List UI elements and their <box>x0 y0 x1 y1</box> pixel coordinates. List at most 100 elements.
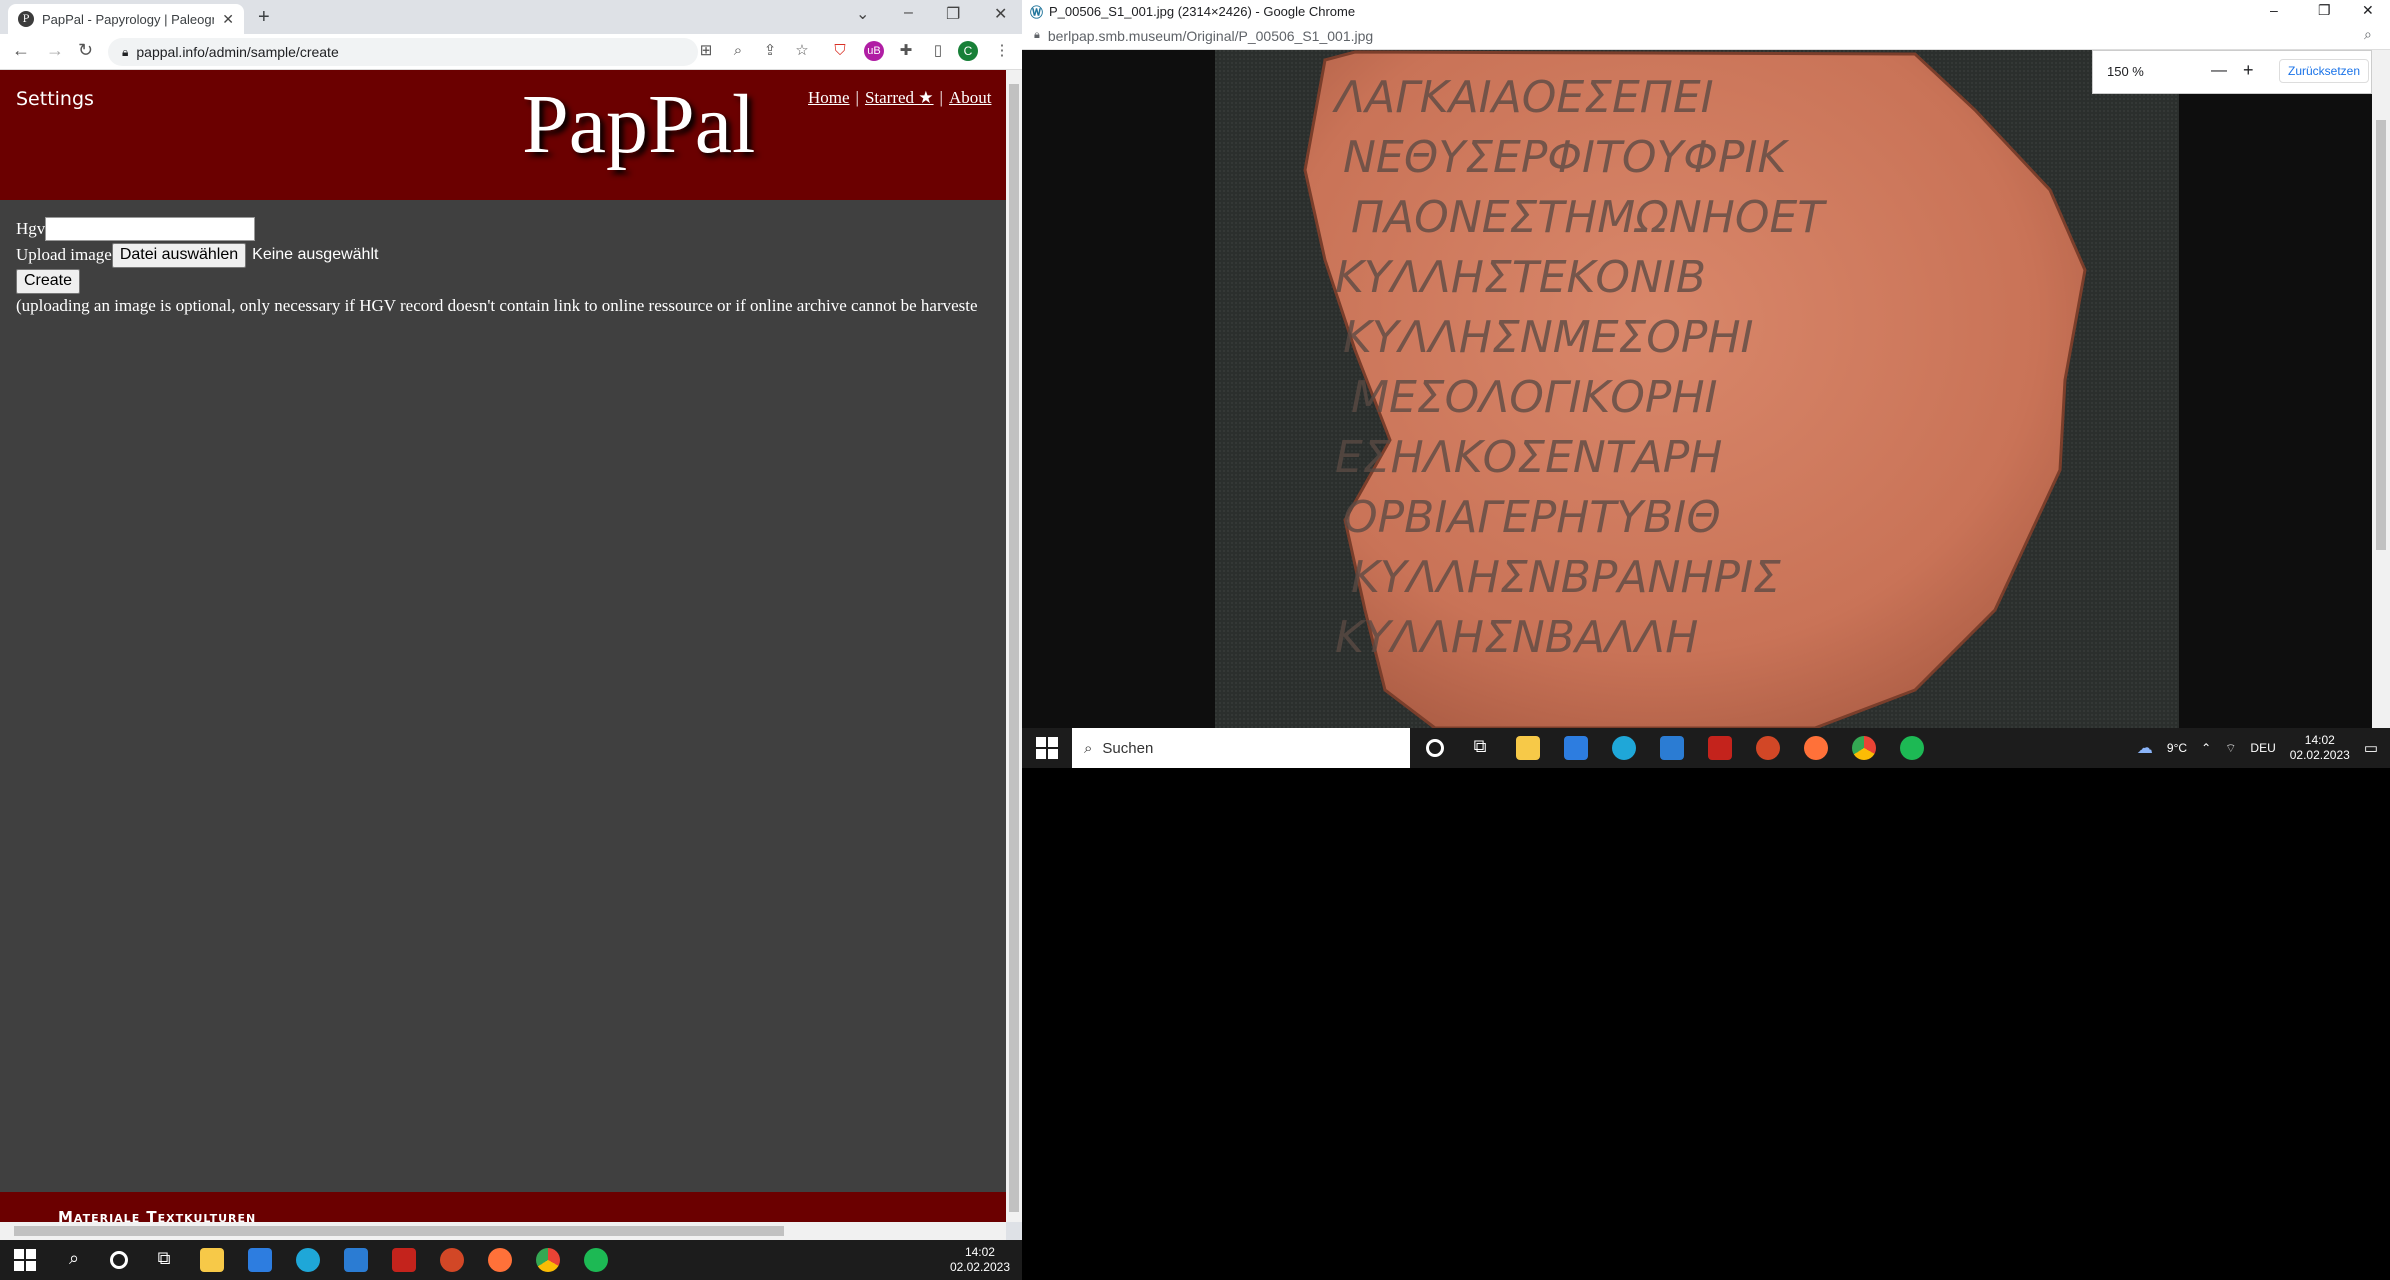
spotify-icon[interactable] <box>1900 736 1924 760</box>
scrollbar-thumb[interactable] <box>2376 120 2386 550</box>
new-tab-button[interactable]: + <box>258 6 270 29</box>
chrome-icon[interactable] <box>1852 736 1876 760</box>
lang-indicator[interactable]: DEU <box>2250 741 2275 755</box>
system-tray: 14:02 02.02.2023 <box>950 1245 1022 1275</box>
restore-button[interactable]: ❐ <box>2318 2 2331 19</box>
chevron-up-icon[interactable]: ⌃ <box>2201 741 2211 755</box>
extension-ublock-icon[interactable]: uB <box>864 41 884 61</box>
side-panel-icon[interactable]: ▯ <box>928 41 948 61</box>
profile-avatar[interactable]: C <box>958 41 978 61</box>
ostracon-text-line: ΚΥΛΛΗΣΤΕΚΟΝΙΒ <box>1335 252 1706 303</box>
create-button[interactable]: Create <box>16 268 81 294</box>
acrobat-icon[interactable] <box>1708 736 1732 760</box>
zoom-in-button[interactable]: + <box>2243 60 2254 81</box>
store-icon[interactable] <box>1564 736 1588 760</box>
forward-arrow-icon[interactable]: → <box>46 40 64 61</box>
share-icon[interactable]: ⇪ <box>760 41 780 61</box>
edge-icon[interactable] <box>296 1248 320 1272</box>
page-viewport: Settings PapPal Home | Starred ★ | About… <box>0 70 1006 1222</box>
file-explorer-icon[interactable] <box>1516 736 1540 760</box>
taskbar-search-box[interactable]: ⌕ Suchen <box>1072 728 1410 768</box>
notification-icon[interactable]: ▭ <box>2364 739 2378 757</box>
weather-cloud-icon[interactable]: ☁ <box>2137 738 2153 758</box>
back-arrow-icon[interactable]: ← <box>12 40 30 61</box>
translate-icon[interactable]: ⊞ <box>696 41 716 61</box>
zoom-out-button[interactable]: — <box>2211 62 2227 80</box>
extension-shield-icon[interactable]: ⛉ <box>830 41 850 61</box>
zoom-popup: 150 % — + Zurücksetzen <box>2092 50 2372 94</box>
ostracon-text-line: ΚΥΛΛΗΣΝΜΕΣΟΡΗΙ <box>1343 312 1754 363</box>
close-window-button[interactable]: ✕ <box>994 4 1007 24</box>
edge-icon[interactable] <box>1612 736 1636 760</box>
ostracon-svg: ΛΑΓΚΑΙΑΟΕΣΕΠΕΙ ΝΕΘΥΣΕΡΦΙΤΟΥΦΡΙΚ ΠΑΟΝΕΣΤΗΜΩ… <box>1215 50 2179 730</box>
url-text: berlpap.smb.museum/Original/P_00506_S1_0… <box>1047 27 1374 44</box>
pappal-favicon-icon: P <box>18 11 34 27</box>
powerpoint-icon[interactable] <box>1756 736 1780 760</box>
close-window-button[interactable]: ✕ <box>2362 2 2374 19</box>
upload-image-label: Upload image <box>16 245 112 264</box>
spotify-icon[interactable] <box>584 1248 608 1272</box>
firefox-icon[interactable] <box>488 1248 512 1272</box>
powerpoint-icon[interactable] <box>440 1248 464 1272</box>
vertical-scrollbar[interactable] <box>2372 50 2390 728</box>
windows-start-icon[interactable] <box>14 1249 36 1271</box>
taskbar-right: ⌕ Suchen ⧉ ☁ 9°C ⌃ ⌔ DEU 14:02 02.02.202… <box>1022 728 2390 768</box>
nav-home-link[interactable]: Home <box>808 88 850 108</box>
extensions-puzzle-icon[interactable]: ✚ <box>896 41 916 61</box>
cortana-icon[interactable] <box>1426 739 1444 757</box>
ostracon-text-line: ΚΥΛΛΗΣΝΒΑΛΛΗ <box>1335 612 1698 663</box>
minimize-button[interactable]: – <box>904 4 913 22</box>
task-view-icon[interactable]: ⧉ <box>1468 736 1492 760</box>
task-view-icon[interactable]: ⧉ <box>152 1248 176 1272</box>
nav-separator: | <box>939 88 943 107</box>
address-bar[interactable]: 🔒︎ berlpap.smb.museum/Original/P_00506_S… <box>1022 22 2390 50</box>
firefox-icon[interactable] <box>1804 736 1828 760</box>
ostracon-photo[interactable]: ΛΑΓΚΑΙΑΟΕΣΕΠΕΙ ΝΕΘΥΣΕΡΦΙΤΟΥΦΡΙΚ ΠΑΟΝΕΣΤΗΜΩ… <box>1215 50 2179 730</box>
search-placeholder: Suchen <box>1102 739 1154 757</box>
address-bar[interactable]: 🔒︎ pappal.info/admin/sample/create <box>108 38 698 66</box>
zoom-indicator-icon[interactable]: ⌕ <box>2364 26 2372 43</box>
clock-date: 02.02.2023 <box>2289 748 2350 762</box>
acrobat-icon[interactable] <box>392 1248 416 1272</box>
restore-button[interactable]: ❐ <box>946 4 960 24</box>
settings-link[interactable]: Settings <box>16 88 94 110</box>
windows-start-icon[interactable] <box>1036 737 1058 759</box>
ostracon-text-line: ΝΕΘΥΣΕΡΦΙΤΟΥΦΡΙΚ <box>1343 132 1789 183</box>
zoom-level: 150 % <box>2107 64 2144 79</box>
network-icon[interactable]: ⌔ <box>2225 741 2236 756</box>
taskbar-clock[interactable]: 14:02 02.02.2023 <box>950 1245 1010 1275</box>
hgv-label: Hgv <box>16 219 46 238</box>
hgv-input[interactable] <box>45 217 256 241</box>
search-icon[interactable]: ⌕ <box>62 1248 86 1272</box>
taskbar-clock[interactable]: 14:02 02.02.2023 <box>2290 733 2350 763</box>
chrome-icon[interactable] <box>536 1248 560 1272</box>
choose-file-button[interactable]: Datei auswählen <box>111 242 247 268</box>
reload-icon[interactable]: ↻ <box>78 40 93 61</box>
scrollbar-thumb[interactable] <box>1009 84 1019 1212</box>
browser-toolbar: ← → ↻ 🔒︎ pappal.info/admin/sample/create… <box>0 34 1022 70</box>
tab-pappal[interactable]: P PapPal - Papyrology | Paleograph ✕ <box>8 4 244 34</box>
lock-icon: 🔒︎ <box>1034 29 1040 41</box>
vertical-scrollbar[interactable] <box>1006 70 1022 1222</box>
search-icon: ⌕ <box>1084 739 1093 757</box>
zoom-icon[interactable]: ⌕ <box>728 41 748 61</box>
nav-about-link[interactable]: About <box>949 88 992 108</box>
horizontal-scrollbar[interactable] <box>0 1222 1006 1240</box>
mail-icon[interactable] <box>344 1248 368 1272</box>
nav-starred-link[interactable]: Starred ★ <box>865 88 934 108</box>
lock-icon: 🔒︎ <box>122 44 129 59</box>
file-explorer-icon[interactable] <box>200 1248 224 1272</box>
clock-time: 14:02 <box>964 1245 995 1259</box>
reset-zoom-button[interactable]: Zurücksetzen <box>2279 59 2370 83</box>
store-icon[interactable] <box>248 1248 272 1272</box>
cortana-icon[interactable] <box>110 1251 128 1269</box>
close-tab-icon[interactable]: ✕ <box>222 11 234 28</box>
minimize-button[interactable]: – <box>2270 2 2278 18</box>
site-header: Settings PapPal Home | Starred ★ | About <box>0 70 1006 200</box>
scrollbar-thumb[interactable] <box>14 1226 784 1236</box>
mail-icon[interactable] <box>1660 736 1684 760</box>
kebab-menu-icon[interactable]: ⋮ <box>992 41 1012 61</box>
tab-search-icon[interactable]: ⌄ <box>856 4 869 24</box>
bookmark-star-icon[interactable]: ☆ <box>792 41 812 61</box>
weather-temp[interactable]: 9°C <box>2167 741 2187 755</box>
